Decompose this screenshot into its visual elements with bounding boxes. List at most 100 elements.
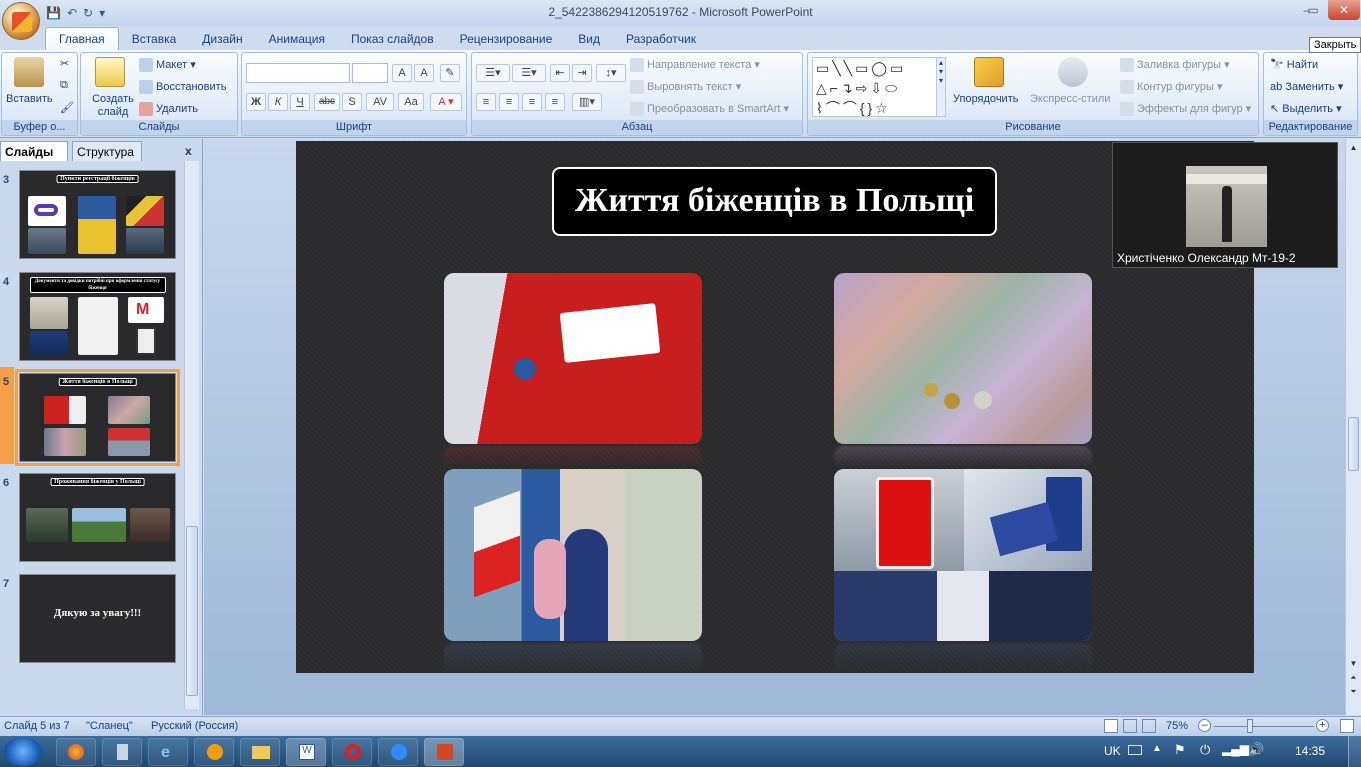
font-color-button[interactable]: A ▾ (430, 93, 462, 111)
power-icon[interactable]: ⏻ (1200, 742, 1210, 758)
panel-scroll-thumb[interactable] (186, 526, 198, 696)
taskbar-calculator-icon[interactable] (102, 738, 142, 766)
align-center-icon[interactable]: ≡ (499, 93, 519, 111)
photo-refugees[interactable] (444, 469, 702, 641)
slide-thumbnail-6[interactable]: Проживання біженців у Польщі (19, 473, 176, 562)
language-indicator[interactable]: Русский (Россия) (151, 720, 238, 732)
tab-review[interactable]: Рецензирование (447, 28, 566, 50)
shrink-font-icon[interactable]: A (414, 64, 434, 82)
new-slide-button[interactable]: Создать слайд (91, 93, 135, 119)
columns-icon[interactable]: ▥▾ (572, 93, 602, 111)
tab-view[interactable]: Вид (565, 28, 613, 50)
clear-format-icon[interactable]: ✎ (440, 64, 460, 82)
slide-thumbnail-5[interactable]: Життя біженців в Польщі (15, 369, 180, 466)
tab-design[interactable]: Дизайн (189, 28, 255, 50)
maximize-button[interactable]: ▭ (1300, 0, 1326, 20)
tab-home[interactable]: Главная (45, 27, 119, 50)
strike-button[interactable]: abc (314, 93, 340, 111)
photo-medic[interactable] (444, 273, 702, 444)
font-size-combo[interactable] (352, 63, 388, 83)
reset-button[interactable]: Восстановить (139, 80, 226, 94)
numbering-icon[interactable]: ☰▾ (512, 64, 546, 82)
tab-slideshow[interactable]: Показ слайдов (338, 28, 447, 50)
delete-slide-button[interactable]: Удалить (139, 102, 198, 116)
italic-button[interactable]: К (268, 93, 288, 111)
keyboard-icon[interactable] (1128, 745, 1142, 755)
close-button[interactable]: ✕ (1328, 0, 1360, 20)
replace-button[interactable]: ab Заменить ▾ (1270, 80, 1343, 93)
shapes-gallery[interactable]: ▭╲╲▭◯▭ △⌐↴⇨⇩⬭ ⌇⌒⌒{}☆ (812, 57, 940, 117)
bullets-icon[interactable]: ☰▾ (476, 64, 510, 82)
align-right-icon[interactable]: ≡ (522, 93, 542, 111)
scroll-down-icon[interactable]: ▼ (1348, 659, 1359, 668)
font-name-combo[interactable] (246, 63, 350, 83)
change-case-button[interactable]: Aa (398, 93, 424, 111)
prev-slide-icon[interactable]: ⏶ (1348, 673, 1359, 683)
paste-button[interactable]: Вставить (6, 93, 53, 105)
slide-title[interactable]: Життя біженців в Польщі (552, 167, 997, 236)
tab-slides-panel[interactable]: Слайды (0, 141, 68, 161)
zoom-out-icon[interactable]: – (1198, 719, 1211, 732)
next-slide-icon[interactable]: ⏷ (1348, 687, 1359, 697)
zoom-slider-thumb[interactable] (1247, 719, 1253, 733)
taskbar-zoom-icon[interactable] (378, 738, 418, 766)
copy-icon[interactable]: ⧉ (60, 79, 68, 92)
shape-effects-button[interactable]: Эффекты для фигур ▾ (1120, 102, 1251, 117)
slide-thumbnail-7[interactable]: Дякую за увагу!!! (19, 574, 176, 663)
smartart-button[interactable]: Преобразовать в SmartArt ▾ (630, 102, 789, 117)
video-participant-tile[interactable]: Христіченко Олександр Мт-19-2 (1112, 142, 1338, 268)
panel-scrollbar[interactable] (184, 161, 199, 709)
office-button[interactable] (2, 2, 40, 40)
shape-outline-button[interactable]: Контур фигуры ▾ (1120, 80, 1223, 95)
align-left-icon[interactable]: ≡ (476, 93, 496, 111)
decrease-indent-icon[interactable]: ⇤ (550, 64, 570, 82)
taskbar-ie-icon[interactable]: e (148, 738, 188, 766)
shadow-button[interactable]: S (342, 93, 362, 111)
shape-fill-button[interactable]: Заливка фигуры ▾ (1120, 58, 1230, 73)
editor-scrollbar[interactable]: ▲ ▼ ⏶ ⏷ (1345, 139, 1361, 715)
fit-to-window-icon[interactable] (1340, 719, 1354, 733)
clock[interactable]: 14:35 (1295, 744, 1325, 758)
line-spacing-icon[interactable]: ↕▾ (596, 64, 626, 82)
undo-icon[interactable]: ↶ (67, 6, 77, 20)
char-spacing-button[interactable]: AV (366, 93, 394, 111)
normal-view-icon[interactable] (1104, 719, 1118, 733)
zoom-in-icon[interactable]: + (1316, 719, 1329, 732)
justify-icon[interactable]: ≡ (545, 93, 565, 111)
quick-styles-button[interactable]: Экспресс-стили (1030, 93, 1110, 105)
shapes-more-icon[interactable]: ▴ ▾ ▾ (936, 57, 946, 117)
editor-scroll-thumb[interactable] (1348, 417, 1359, 471)
save-icon[interactable]: 💾 (46, 6, 61, 20)
slideshow-view-icon[interactable] (1142, 719, 1156, 733)
taskbar-opera-icon[interactable] (332, 738, 372, 766)
align-text-button[interactable]: Выровнять текст ▾ (630, 80, 741, 95)
select-button[interactable]: ↖ Выделить ▾ (1270, 102, 1342, 115)
zoom-slider[interactable] (1214, 726, 1314, 727)
cut-icon[interactable]: ✂ (60, 57, 69, 70)
find-button[interactable]: 🔭 Найти (1270, 58, 1318, 71)
tray-expand-icon[interactable]: ▲ (1152, 743, 1162, 754)
tab-developer[interactable]: Разработчик (613, 28, 709, 50)
arrange-button[interactable]: Упорядочить (953, 93, 1018, 105)
taskbar-explorer-icon[interactable] (240, 738, 280, 766)
panel-close-icon[interactable]: x (181, 141, 196, 161)
start-button[interactable] (4, 737, 42, 766)
volume-icon[interactable]: 🔊 (1248, 742, 1264, 758)
tab-insert[interactable]: Вставка (119, 28, 190, 50)
flag-icon[interactable]: ⚑ (1174, 742, 1186, 758)
taskbar-media-player-icon[interactable] (194, 738, 234, 766)
taskbar-powerpoint-icon[interactable] (424, 738, 464, 766)
qat-dropdown-icon[interactable]: ▾ (99, 6, 105, 20)
tab-outline-panel[interactable]: Структура (72, 141, 142, 161)
zoom-level[interactable]: 75% (1166, 720, 1188, 732)
photo-money[interactable] (834, 273, 1092, 444)
slide-thumbnail-3[interactable]: Пункти реєстрації біженців (19, 170, 176, 259)
scroll-up-icon[interactable]: ▲ (1348, 143, 1359, 152)
grow-font-icon[interactable]: A (392, 64, 412, 82)
sorter-view-icon[interactable] (1123, 719, 1137, 733)
signal-icon[interactable]: ▂▄▆ (1222, 742, 1249, 756)
text-direction-button[interactable]: Направление текста ▾ (630, 58, 760, 73)
tab-animation[interactable]: Анимация (256, 28, 338, 50)
increase-indent-icon[interactable]: ⇥ (572, 64, 592, 82)
format-painter-icon[interactable]: 🖌 (60, 101, 74, 114)
